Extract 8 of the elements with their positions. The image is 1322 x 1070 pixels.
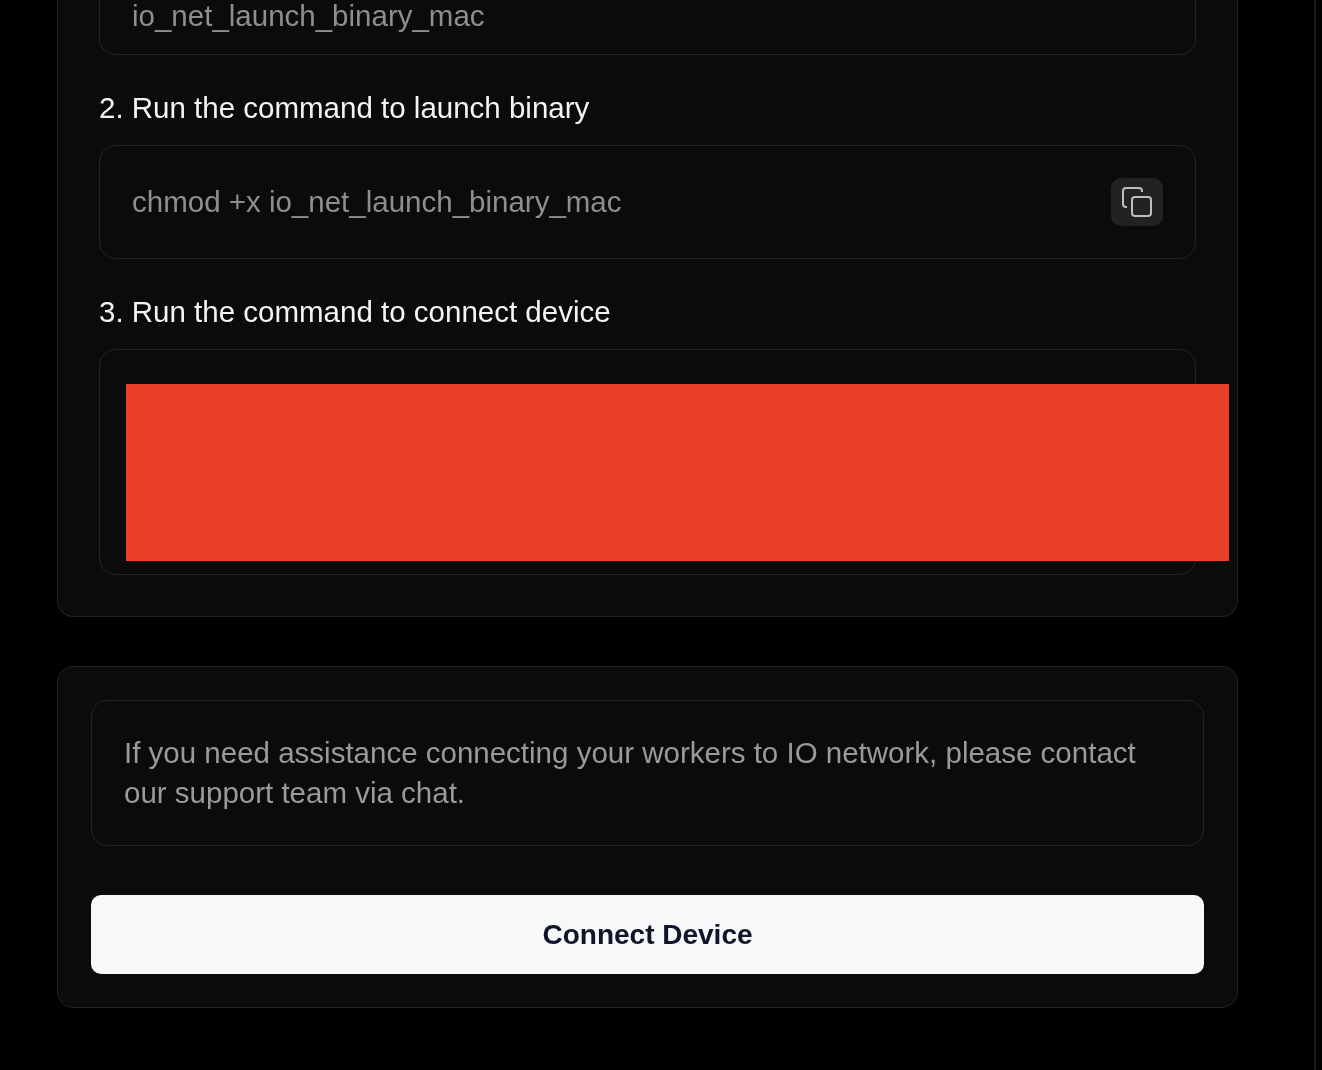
- step-heading: 3. Run the command to connect device: [99, 296, 612, 328]
- command-text: io_net_launch_binary_mac: [132, 0, 485, 32]
- copy-button[interactable]: [1111, 178, 1163, 226]
- connect-device-button[interactable]: Connect Device: [91, 895, 1204, 974]
- command-text: chmod +x io_net_launch_binary_mac: [132, 186, 622, 218]
- copy-icon: [1122, 187, 1152, 217]
- step-heading: 2. Run the command to launch binary: [99, 92, 591, 124]
- support-message: If you need assistance connecting your workers to IO network, please contact our support team via chat.: [124, 735, 1137, 811]
